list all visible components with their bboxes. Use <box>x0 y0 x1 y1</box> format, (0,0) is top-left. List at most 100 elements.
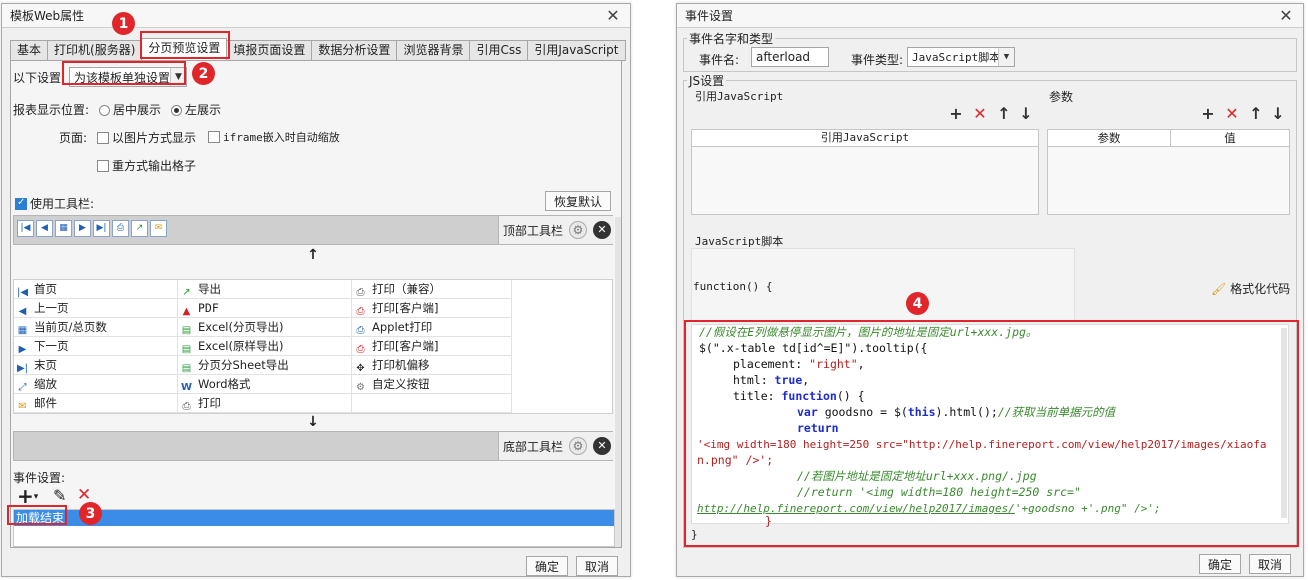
prev-page-icon: ◀ <box>36 220 53 237</box>
radio-selected-icon <box>171 105 182 116</box>
list-item[interactable]: ✥ 打印机偏移 <box>352 356 512 375</box>
arrow-up-icon[interactable]: ↑ <box>1247 104 1265 123</box>
list-item[interactable]: ⎙ 打印[客户端] <box>352 299 512 318</box>
pos-center-label: 居中展示 <box>113 103 162 117</box>
event-name-label: 事件名: <box>699 53 740 67</box>
js-settings-group-label: JS设置 <box>687 72 727 89</box>
highlight-code-editor <box>684 320 1299 547</box>
list-item[interactable]: ⎙ Applet打印 <box>352 318 512 337</box>
pos-left-radio[interactable]: 左展示 <box>171 101 221 118</box>
param-column-header: 参数 <box>1047 129 1171 147</box>
tab-browser-bg[interactable]: 浏览器背景 <box>396 40 471 61</box>
ref-js-table[interactable] <box>691 147 1039 215</box>
list-item[interactable]: ⎙ 打印（兼容） <box>352 280 512 299</box>
tab-printer[interactable]: 打印机(服务器) <box>47 40 143 61</box>
opt-reprint-checkbox[interactable]: 重方式输出格子 <box>97 157 196 174</box>
scrollbar[interactable] <box>615 217 621 547</box>
list-item[interactable]: ⚙ 自定义按钮 <box>352 375 512 394</box>
list-item[interactable]: ▤ Excel(原样导出) <box>178 337 352 356</box>
edit-icon[interactable]: ✎ <box>53 486 66 505</box>
bottom-toolbar-area[interactable]: 底部工具栏 ⚙ ✕ <box>13 431 614 461</box>
list-item[interactable]: ↗ 导出 <box>178 280 352 299</box>
checkbox-icon <box>97 160 109 172</box>
list-item[interactable]: ▤ 分页分Sheet导出 <box>178 356 352 375</box>
format-code-button[interactable]: 🖌 格式化代码 <box>1211 280 1290 297</box>
checkbox-checked-icon <box>15 197 27 210</box>
opt-image-label: 以图片方式显示 <box>112 131 197 145</box>
ok-button[interactable]: 确定 <box>1199 554 1241 574</box>
opt-iframe-checkbox[interactable]: iframe嵌入时自动缩放 <box>208 129 340 145</box>
event-list-item[interactable]: 加载结束 <box>14 510 614 526</box>
tab-fill-page[interactable]: 填报页面设置 <box>226 40 313 61</box>
chevron-down-icon[interactable]: ▼ <box>998 48 1014 66</box>
left-dialog-title: 模板Web属性 <box>10 9 85 23</box>
bottom-toolbar-label: 底部工具栏 <box>503 440 564 454</box>
list-item[interactable]: ✉ 邮件 <box>14 394 178 413</box>
annotation-badge-2: 2 <box>192 62 215 85</box>
add-icon[interactable]: + <box>947 104 965 123</box>
highlight-event-item <box>7 505 67 525</box>
use-toolbar-checkbox[interactable]: 使用工具栏: <box>15 195 94 212</box>
radio-icon <box>99 105 110 116</box>
toolbar-buttons-grid: |◀ 首页 ◀ 上一页 ▦ 当前页/总页数 ▶ 下一页 ▶| 末页 ⤢ 缩放 ✉ 邮件 ↗ 导出… <box>13 279 613 414</box>
gear-icon[interactable]: ⚙ <box>569 437 587 455</box>
list-item[interactable]: |◀ 首页 <box>14 280 178 299</box>
event-name-field[interactable]: afterload <box>751 47 829 67</box>
gear-icon[interactable]: ⚙ <box>569 221 587 239</box>
close-icon[interactable]: ✕ <box>1277 7 1295 24</box>
function-declaration: function() { <box>693 280 773 293</box>
top-toolbar-area[interactable]: |◀ ◀ ▦ ▶ ▶| ⎙ ↗ ✉ 顶部工具栏 ⚙ ✕ <box>13 215 614 245</box>
checkbox-icon <box>208 131 220 143</box>
arrow-up-icon[interactable]: ↑ <box>995 104 1013 123</box>
move-down-arrow[interactable]: ↓ <box>11 414 615 430</box>
first-page-icon: |◀ <box>17 220 34 237</box>
tab-ref-css[interactable]: 引用Css <box>469 40 529 61</box>
cancel-button[interactable]: 取消 <box>1249 554 1291 574</box>
report-position-label: 报表显示位置: <box>13 103 90 117</box>
list-item[interactable]: ▦ 当前页/总页数 <box>14 318 178 337</box>
event-name-type-group-label: 事件名字和类型 <box>687 30 776 47</box>
delete-icon[interactable]: ✕ <box>971 104 989 123</box>
add-icon[interactable]: + <box>1199 104 1217 123</box>
format-code-label: 格式化代码 <box>1230 282 1291 296</box>
tab-basic[interactable]: 基本 <box>10 40 49 61</box>
list-item[interactable]: ▤ Excel(分页导出) <box>178 318 352 337</box>
page-label: 页面: <box>59 131 88 145</box>
param-table[interactable] <box>1047 147 1290 215</box>
top-toolbar-label-area: 顶部工具栏 ⚙ ✕ <box>498 216 614 244</box>
annotation-badge-4: 4 <box>906 292 929 315</box>
param-label: 参数 <box>1049 90 1074 104</box>
list-item[interactable]: W Word格式 <box>178 375 352 394</box>
event-type-select[interactable]: JavaScript脚本 ▼ <box>907 47 1015 67</box>
tab-data-analysis[interactable]: 数据分析设置 <box>311 40 398 61</box>
list-item[interactable]: ⎙ 打印[客户端] <box>352 337 512 356</box>
restore-default-button[interactable]: 恢复默认 <box>545 191 611 211</box>
remove-icon[interactable]: ✕ <box>593 221 611 239</box>
template-web-properties-dialog: 模板Web属性 ✕ 基本 打印机(服务器) 分页预览设置 填报页面设置 数据分析… <box>1 3 631 577</box>
list-item[interactable]: ▶| 末页 <box>14 356 178 375</box>
arrow-down-icon[interactable]: ↓ <box>1269 104 1287 123</box>
right-dialog-title: 事件设置 <box>685 9 734 23</box>
opt-image-checkbox[interactable]: 以图片方式显示 <box>97 129 196 146</box>
ok-button[interactable]: 确定 <box>526 556 568 576</box>
export-icon: ↗ <box>131 220 148 237</box>
list-item <box>352 394 512 413</box>
left-titlebar: 模板Web属性 ✕ <box>2 4 630 28</box>
delete-icon[interactable]: ✕ <box>1223 104 1241 123</box>
remove-icon[interactable]: ✕ <box>593 437 611 455</box>
value-column-header: 值 <box>1170 129 1290 147</box>
close-icon[interactable]: ✕ <box>604 7 622 24</box>
list-item[interactable]: ◀ 上一页 <box>14 299 178 318</box>
pos-center-radio[interactable]: 居中展示 <box>99 101 161 118</box>
right-titlebar: 事件设置 ✕ <box>677 4 1303 28</box>
arrow-down-icon[interactable]: ↓ <box>1017 104 1035 123</box>
cancel-button[interactable]: 取消 <box>576 556 618 576</box>
list-item[interactable]: ▶ 下一页 <box>14 337 178 356</box>
tab-ref-js[interactable]: 引用JavaScript <box>527 40 626 61</box>
list-item[interactable]: ⎙ 打印 <box>178 394 352 413</box>
event-type-label: 事件类型: <box>851 53 904 67</box>
ref-js-column-header: 引用JavaScript <box>691 129 1039 147</box>
move-up-arrow[interactable]: ↑ <box>11 247 615 263</box>
list-item[interactable]: ⤢ 缩放 <box>14 375 178 394</box>
list-item[interactable]: ▲ PDF <box>178 299 352 318</box>
